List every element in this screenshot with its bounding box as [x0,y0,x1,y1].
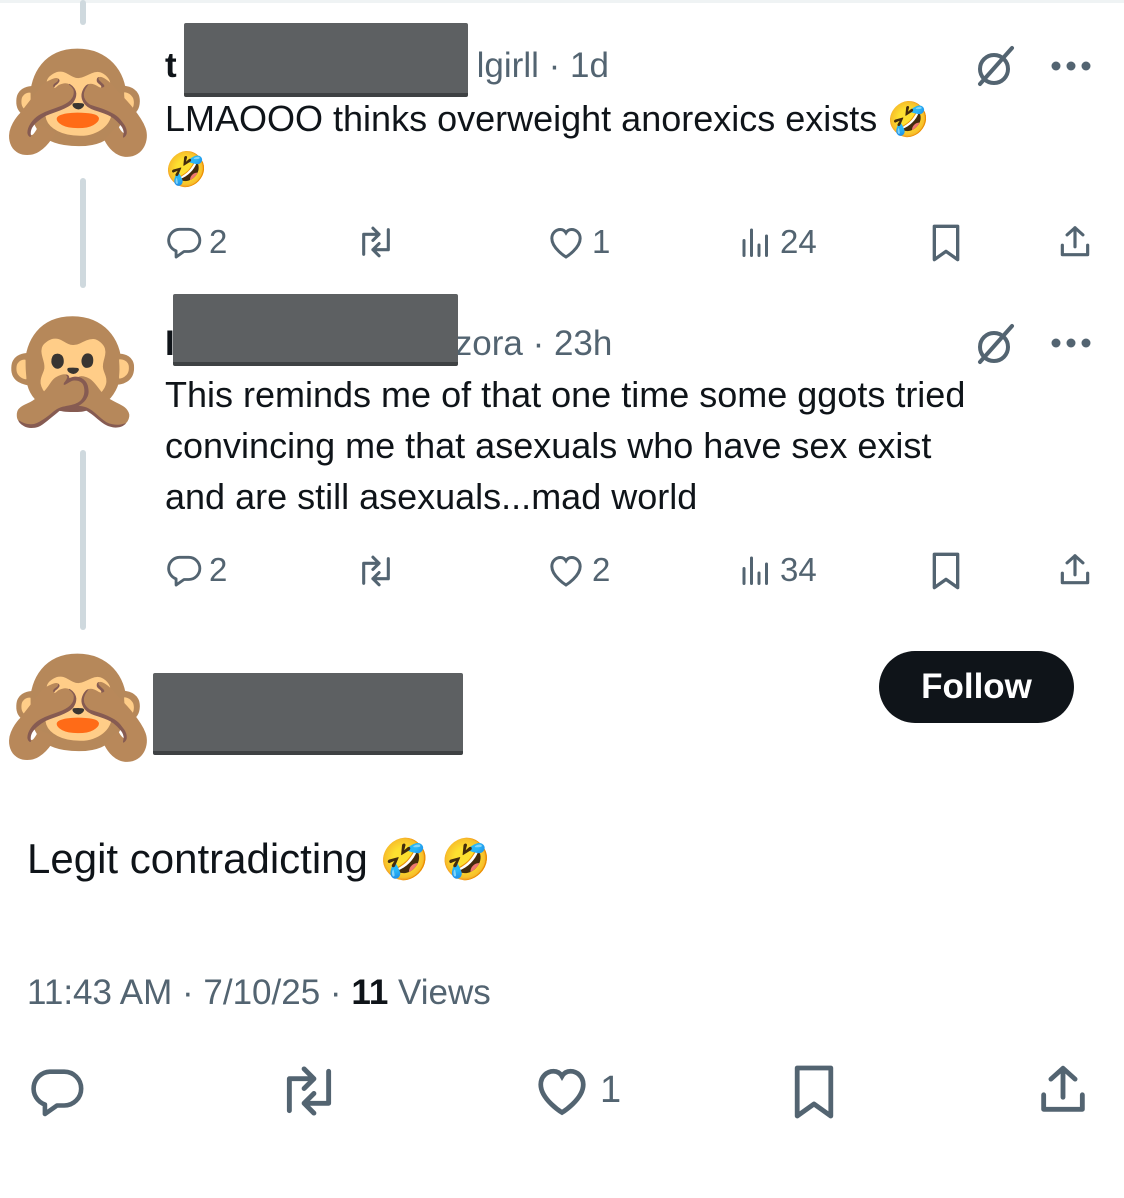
grok-icon[interactable] [972,44,1018,90]
like-button[interactable]: 2 [546,551,610,589]
views-button[interactable]: 34 [738,551,817,589]
bookmark-button[interactable] [929,223,963,263]
views-button[interactable]: 24 [738,223,817,261]
post-date[interactable]: 7/10/25 [203,973,320,1012]
grok-icon[interactable] [972,322,1018,368]
bookmark-icon [932,552,960,590]
heart-icon [538,1068,586,1116]
separator-dot: · [182,973,194,1012]
share-icon [1041,1065,1085,1112]
thread-line [80,178,86,288]
share-icon [1060,554,1090,585]
rofl-emoji: 🤣 [887,100,930,140]
reply-time[interactable]: 23h [554,324,612,363]
reply-time[interactable]: 1d [570,46,609,85]
like-count: 1 [600,1068,622,1111]
reply-icon [167,555,202,587]
views-icon [742,228,768,257]
reply-button[interactable]: 2 [165,551,227,589]
rofl-emoji: 🤣 [441,837,491,883]
bookmark-button[interactable] [929,551,963,591]
bookmark-icon [932,224,960,262]
username[interactable]: lgirll [477,46,539,85]
share-icon [1060,226,1090,257]
repost-button[interactable] [356,224,396,260]
views-count: 24 [780,223,817,260]
thread-line [80,0,86,25]
rofl-emoji: 🤣 [165,150,208,190]
more-icon[interactable] [1048,333,1094,353]
reply-count: 2 [209,551,228,588]
reply-text-line: 🤣 [165,144,207,195]
repost-button[interactable] [277,1064,341,1118]
avatar[interactable]: 🙊 [0,292,149,442]
like-count: 1 [592,223,611,260]
views-label: Views [398,973,491,1012]
share-button[interactable] [1034,1060,1092,1120]
repost-icon [286,1066,332,1116]
post-thread-view: 🙈 t lgirll · 1d LMAOOO thinks overweight … [0,0,1124,1198]
reply-icon [167,227,202,259]
repost-button[interactable] [356,553,396,589]
bookmark-icon [794,1065,834,1119]
separator-dot: · [532,324,545,363]
like-button[interactable]: 1 [532,1062,621,1118]
reply-button[interactable] [28,1062,86,1120]
avatar[interactable]: 🙈 [2,630,154,780]
repost-icon [362,555,390,587]
post-timestamp: 11:43 AM · 7/10/25 · 11 Views [27,973,491,1013]
redaction-box [184,23,468,97]
username[interactable]: zora [455,324,523,363]
like-count: 2 [592,551,611,588]
thread-line [80,450,86,630]
redaction-box [173,294,458,366]
reply-text-line: and are still asexuals...mad world [165,476,698,517]
follow-button[interactable]: Follow [879,651,1074,723]
more-icon[interactable] [1048,56,1094,76]
views-count: 34 [780,551,817,588]
reply-icon [31,1069,84,1117]
share-button[interactable] [1056,550,1094,590]
views-count: 11 [351,973,389,1012]
reply-text-content: LMAOOO thinks overweight anorexics exist… [165,98,878,139]
heart-icon [550,227,582,259]
repost-icon [362,226,390,258]
bookmark-button[interactable] [790,1062,838,1122]
separator-dot: · [548,46,561,85]
avatar[interactable]: 🙈 [2,25,154,175]
heart-icon [550,555,582,587]
post-text-content: Legit contradicting [27,835,368,882]
reply-count: 2 [209,223,228,260]
reply-text: LMAOOO thinks overweight anorexics exist… [165,94,930,145]
reply-text-line: This reminds me of that one time some gg… [165,374,966,415]
views-icon [742,556,768,585]
post-text: Legit contradicting 🤣 🤣 [27,835,491,883]
redaction-box [153,673,463,755]
post-time[interactable]: 11:43 AM [27,973,172,1012]
share-button[interactable] [1056,222,1094,262]
top-divider [0,0,1124,3]
separator-dot: · [329,973,342,1012]
rofl-emoji: 🤣 [379,837,430,883]
display-name-fragment[interactable]: t [165,46,177,85]
reply-button[interactable]: 2 [165,223,227,261]
like-button[interactable]: 1 [546,223,610,261]
reply-text-line: convincing me that asexuals who have sex… [165,425,932,466]
